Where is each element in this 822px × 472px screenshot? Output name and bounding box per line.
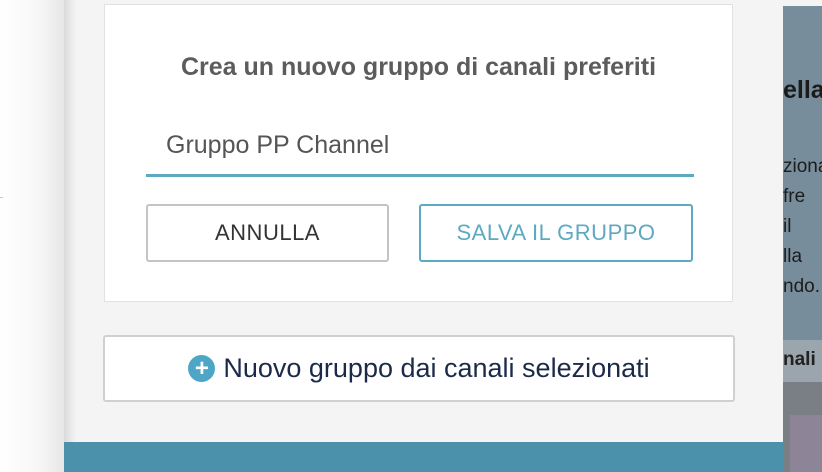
background-text-line: ndo. <box>783 276 820 297</box>
background-text-line: fre <box>783 186 806 207</box>
new-group-label: Nuovo gruppo dai canali selezionati <box>223 353 650 383</box>
group-name-input[interactable] <box>146 117 694 177</box>
backdrop-left <box>0 0 64 472</box>
background-text-line: il <box>783 216 792 237</box>
backdrop-mark <box>0 197 3 198</box>
background-strip-label: nali <box>783 349 816 370</box>
cancel-button[interactable]: ANNULLA <box>146 204 389 262</box>
dialog-title: Crea un nuovo gruppo di canali preferiti <box>180 53 657 81</box>
plus-circle-icon: + <box>188 355 216 382</box>
background-text-line: ziona <box>783 156 822 177</box>
bottom-action-bar <box>64 442 783 472</box>
background-text-line: lla <box>783 246 803 267</box>
background-heading: ella <box>783 76 822 104</box>
new-group-from-selected-button[interactable]: + Nuovo gruppo dai canali selezionati <box>103 335 735 402</box>
create-group-card: Crea un nuovo gruppo di canali preferiti… <box>104 4 733 302</box>
panel-shadow <box>64 0 76 472</box>
save-group-button[interactable]: SALVA IL GRUPPO <box>419 204 693 262</box>
background-lower-image <box>790 415 822 472</box>
